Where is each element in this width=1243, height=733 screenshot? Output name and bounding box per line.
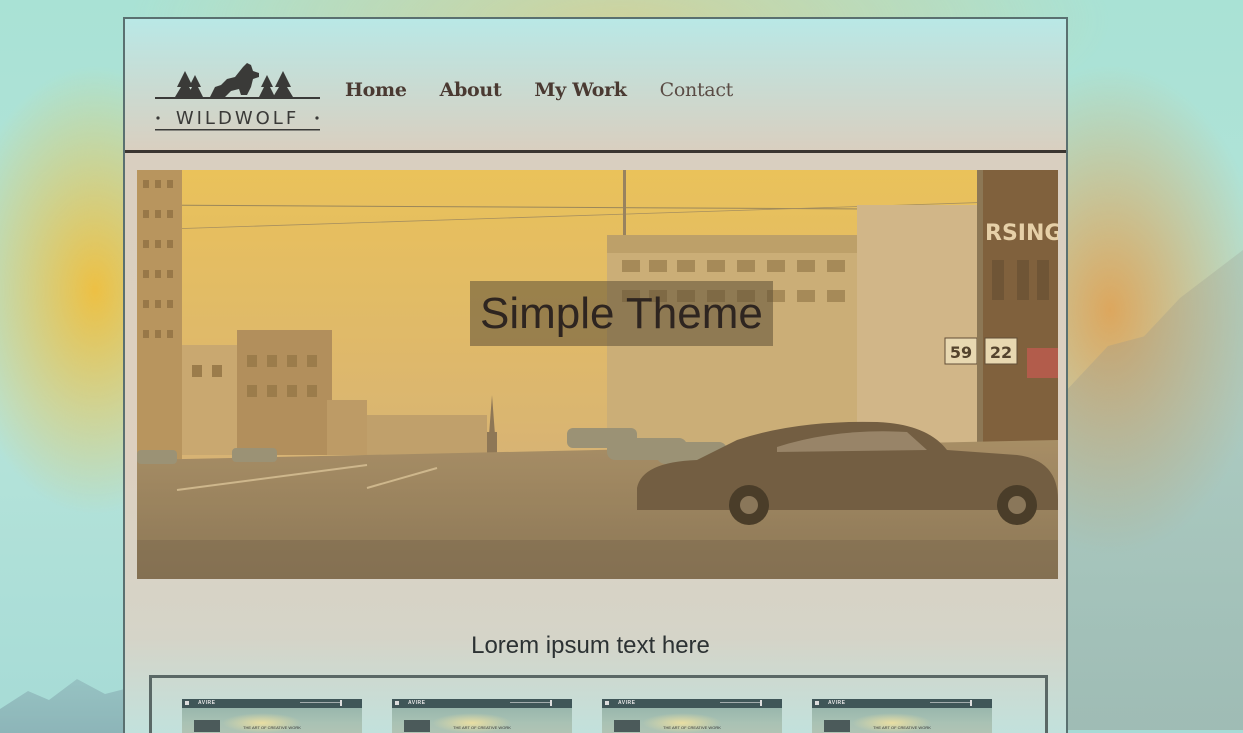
wolf-logo-icon: WILDWOLF xyxy=(155,63,320,131)
hero-title: Simple Theme xyxy=(470,281,773,346)
portfolio-gallery: AVIRE THE ART OF CREATIVE WORK AVIRE THE… xyxy=(149,675,1048,733)
thumb-brand: AVIRE xyxy=(198,700,216,706)
thumb-subtitle: THE ART OF CREATIVE WORK xyxy=(243,725,301,730)
street-photo: RSING'S 59 22 xyxy=(137,170,1058,579)
thumb-brand: AVIRE xyxy=(618,700,636,706)
thumb-subtitle: THE ART OF CREATIVE WORK xyxy=(453,725,511,730)
thumb-brand: AVIRE xyxy=(828,700,846,706)
logo-text: WILDWOLF xyxy=(176,108,299,129)
site-header: WILDWOLF Home About My Work Contact xyxy=(125,19,1066,153)
section-title: Lorem ipsum text here xyxy=(471,632,710,659)
portfolio-thumbnail[interactable]: AVIRE THE ART OF CREATIVE WORK xyxy=(812,699,992,733)
portfolio-thumbnail[interactable]: AVIRE THE ART OF CREATIVE WORK xyxy=(602,699,782,733)
site-logo[interactable]: WILDWOLF xyxy=(155,57,320,131)
background-mountain-right xyxy=(1063,250,1243,730)
background-mountain-left xyxy=(0,679,140,733)
portfolio-thumbnail[interactable]: AVIRE THE ART OF CREATIVE WORK xyxy=(392,699,572,733)
nav-home[interactable]: Home xyxy=(345,79,407,101)
nav-my-work[interactable]: My Work xyxy=(534,79,627,101)
thumb-subtitle: THE ART OF CREATIVE WORK xyxy=(873,725,931,730)
nav-contact[interactable]: Contact xyxy=(660,79,734,101)
thumb-subtitle: THE ART OF CREATIVE WORK xyxy=(663,725,721,730)
nav-about[interactable]: About xyxy=(440,79,502,101)
thumb-brand: AVIRE xyxy=(408,700,426,706)
portfolio-thumbnail[interactable]: AVIRE THE ART OF CREATIVE WORK xyxy=(182,699,362,733)
page-container: WILDWOLF Home About My Work Contact RSIN… xyxy=(123,17,1068,733)
main-nav: Home About My Work Contact xyxy=(345,79,766,101)
hero-banner: RSING'S 59 22 xyxy=(137,170,1058,579)
